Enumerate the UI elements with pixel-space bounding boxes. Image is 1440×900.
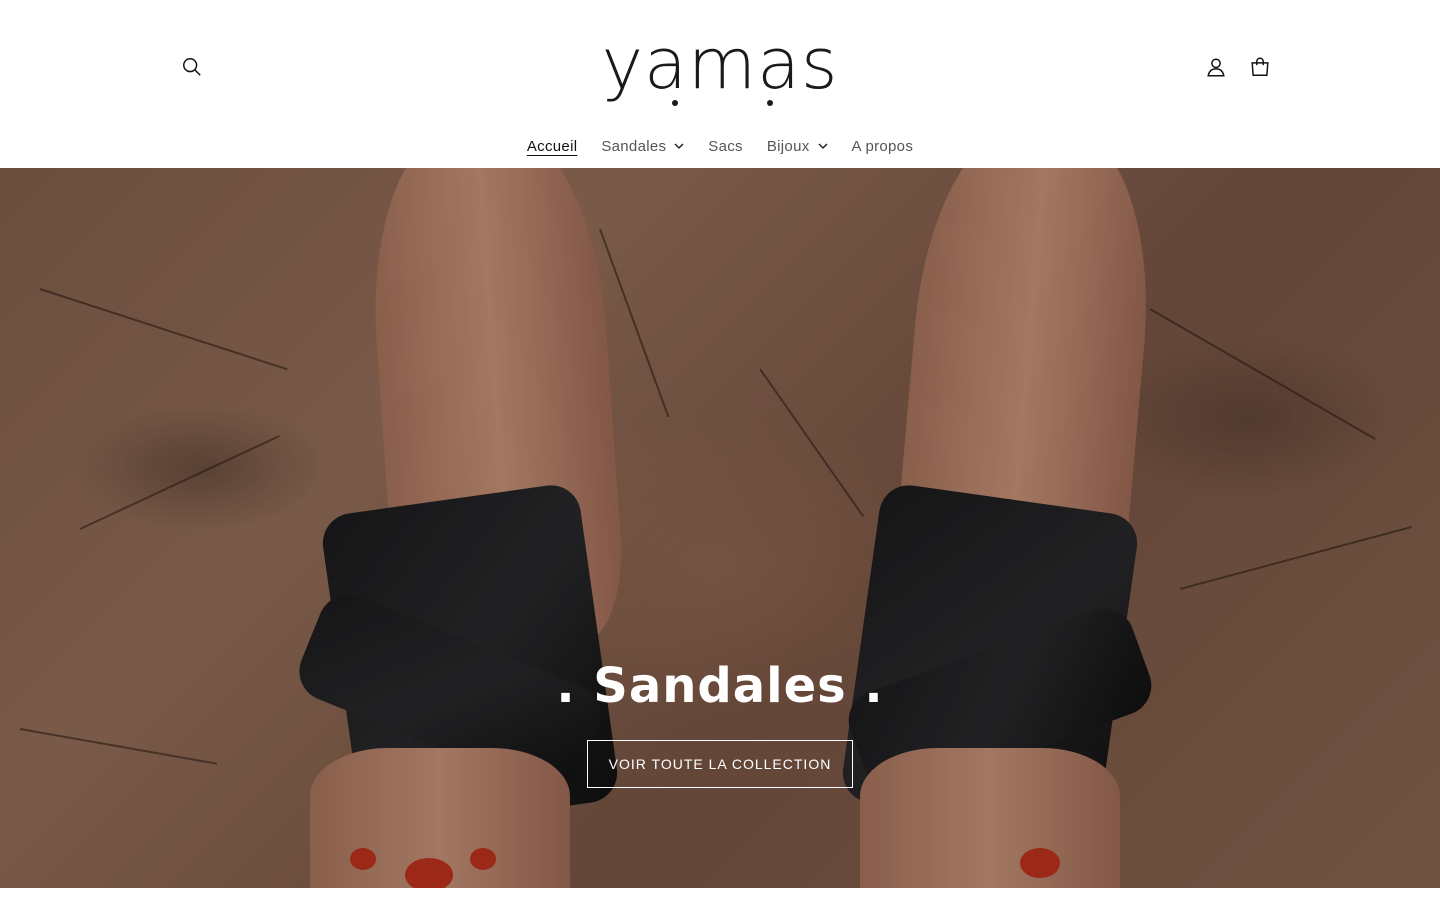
account-button[interactable] (1194, 45, 1238, 89)
nav-label: Sacs (708, 137, 743, 155)
nav-label: A propos (851, 137, 914, 155)
site-logo[interactable]: yamas (580, 14, 860, 114)
search-button[interactable] (170, 45, 214, 89)
hero-title: . Sandales . (556, 658, 884, 714)
search-icon (183, 58, 201, 76)
nav-item-bijoux[interactable]: Bijoux (755, 138, 840, 155)
page-bottom-strip (0, 888, 1440, 900)
nav-item-sacs[interactable]: Sacs (696, 138, 755, 155)
nav-item-sandales[interactable]: Sandales (589, 138, 696, 155)
nav-label: Sandales (601, 137, 667, 155)
logo-text: yamas (601, 23, 839, 105)
cart-button[interactable] (1238, 45, 1282, 89)
nav-label: Bijoux (766, 137, 810, 155)
logo-dot (672, 100, 678, 106)
shopping-bag-icon (1251, 57, 1269, 76)
chevron-down-icon (674, 141, 684, 151)
site-header: yamas Accueil Sandales Sacs Bijoux A pro… (0, 0, 1440, 168)
hero-banner: . Sandales . VOIR TOUTE LA COLLECTION (0, 168, 1440, 888)
hero-content: . Sandales . VOIR TOUTE LA COLLECTION (0, 658, 1440, 788)
user-icon (1207, 58, 1225, 77)
main-navigation: Accueil Sandales Sacs Bijoux A propos (0, 128, 1440, 164)
nav-label: Accueil (526, 137, 578, 155)
nav-item-a-propos[interactable]: A propos (840, 138, 926, 155)
chevron-down-icon (818, 141, 828, 151)
view-collection-button[interactable]: VOIR TOUTE LA COLLECTION (587, 740, 853, 788)
logo-dot (767, 100, 773, 106)
nav-item-accueil[interactable]: Accueil (515, 138, 589, 155)
